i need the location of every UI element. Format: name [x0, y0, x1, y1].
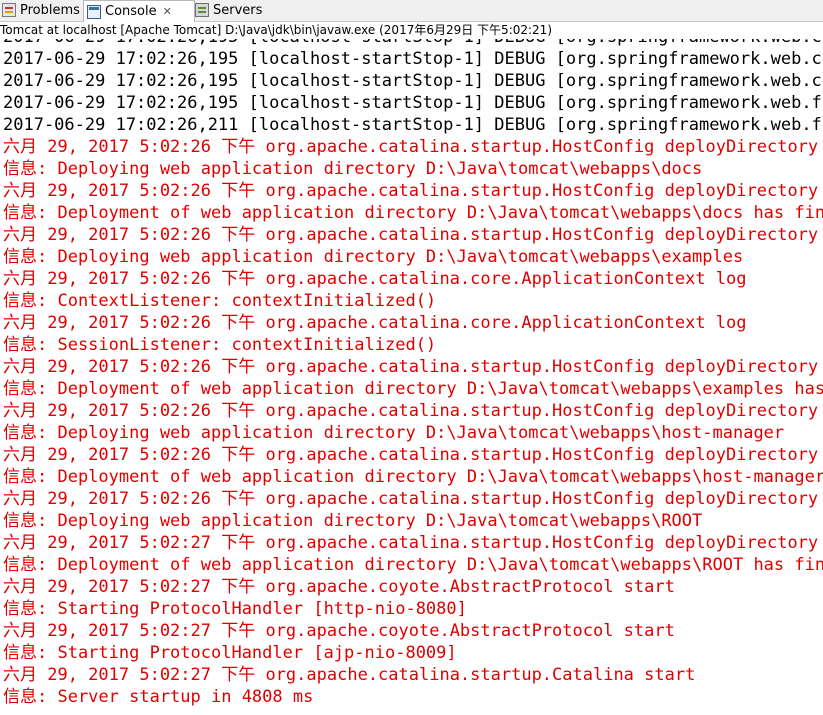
- console-line: 信息: Starting ProtocolHandler [ajp-nio-80…: [3, 643, 457, 663]
- servers-icon: [195, 3, 209, 17]
- tab-console[interactable]: Console ✕: [83, 0, 195, 22]
- close-icon[interactable]: ✕: [163, 5, 172, 18]
- console-line: 信息: Deploying web application directory …: [3, 511, 703, 531]
- console-line: 信息: Deploying web application directory …: [3, 247, 744, 267]
- console-line: 六月 29, 2017 5:02:26 下午 org.apache.catali…: [3, 225, 819, 245]
- console-line: 六月 29, 2017 5:02:27 下午 org.apache.catali…: [3, 533, 819, 553]
- console-line: 信息: Starting ProtocolHandler [http-nio-8…: [3, 599, 467, 619]
- problems-icon: [2, 3, 16, 17]
- tab-servers-label: Servers: [213, 2, 263, 18]
- console-line: 2017-06-29 17:02:26,211 [localhost-start…: [3, 115, 823, 135]
- tab-problems[interactable]: Problems: [2, 0, 80, 20]
- console-line: 2017-06-29 17:02:26,195 [localhost-start…: [3, 93, 823, 113]
- console-line: 2017-06-29 17:02:26,195 [localhost-start…: [3, 39, 823, 48]
- console-line: 信息: Deployment of web application direct…: [3, 379, 823, 399]
- tab-problems-label: Problems: [20, 2, 80, 18]
- console-line: 信息: Deploying web application directory …: [3, 159, 703, 179]
- console-line: 六月 29, 2017 5:02:26 下午 org.apache.catali…: [3, 489, 819, 509]
- console-line: 2017-06-29 17:02:26,195 [localhost-start…: [3, 49, 823, 69]
- console-process-title: Tomcat at localhost [Apache Tomcat] D:\J…: [0, 22, 823, 39]
- console-line: 六月 29, 2017 5:02:26 下午 org.apache.catali…: [3, 137, 819, 157]
- console-line: 信息: Deploying web application directory …: [3, 423, 785, 443]
- console-line: 六月 29, 2017 5:02:27 下午 org.apache.coyote…: [3, 577, 675, 597]
- console-line: 六月 29, 2017 5:02:26 下午 org.apache.catali…: [3, 401, 819, 421]
- console-output-area[interactable]: 2017-06-29 17:02:26,195 [localhost-start…: [0, 39, 823, 715]
- console-line: 信息: Server startup in 4808 ms: [3, 687, 314, 707]
- console-line: 六月 29, 2017 5:02:26 下午 org.apache.catali…: [3, 313, 747, 333]
- console-line: 信息: ContextListener: contextInitialized(…: [3, 291, 437, 311]
- console-log: 2017-06-29 17:02:26,195 [localhost-start…: [3, 39, 823, 708]
- tab-servers[interactable]: Servers: [195, 0, 265, 20]
- console-line: 信息: Deployment of web application direct…: [3, 467, 823, 487]
- view-tab-bar: Problems Console ✕ Servers: [0, 0, 823, 22]
- console-line: 信息: SessionListener: contextInitialized(…: [3, 335, 437, 355]
- console-icon: [87, 4, 101, 19]
- console-line: 六月 29, 2017 5:02:26 下午 org.apache.catali…: [3, 445, 819, 465]
- console-line: 六月 29, 2017 5:02:26 下午 org.apache.catali…: [3, 357, 819, 377]
- console-line: 六月 29, 2017 5:02:26 下午 org.apache.catali…: [3, 181, 819, 201]
- console-line: 六月 29, 2017 5:02:27 下午 org.apache.coyote…: [3, 621, 675, 641]
- console-line: 六月 29, 2017 5:02:27 下午 org.apache.catali…: [3, 665, 696, 685]
- console-line: 六月 29, 2017 5:02:26 下午 org.apache.catali…: [3, 269, 747, 289]
- tab-console-label: Console: [105, 4, 157, 19]
- console-line: 2017-06-29 17:02:26,195 [localhost-start…: [3, 71, 823, 91]
- console-line: 信息: Deployment of web application direct…: [3, 555, 823, 575]
- console-line: 信息: Deployment of web application direct…: [3, 203, 823, 223]
